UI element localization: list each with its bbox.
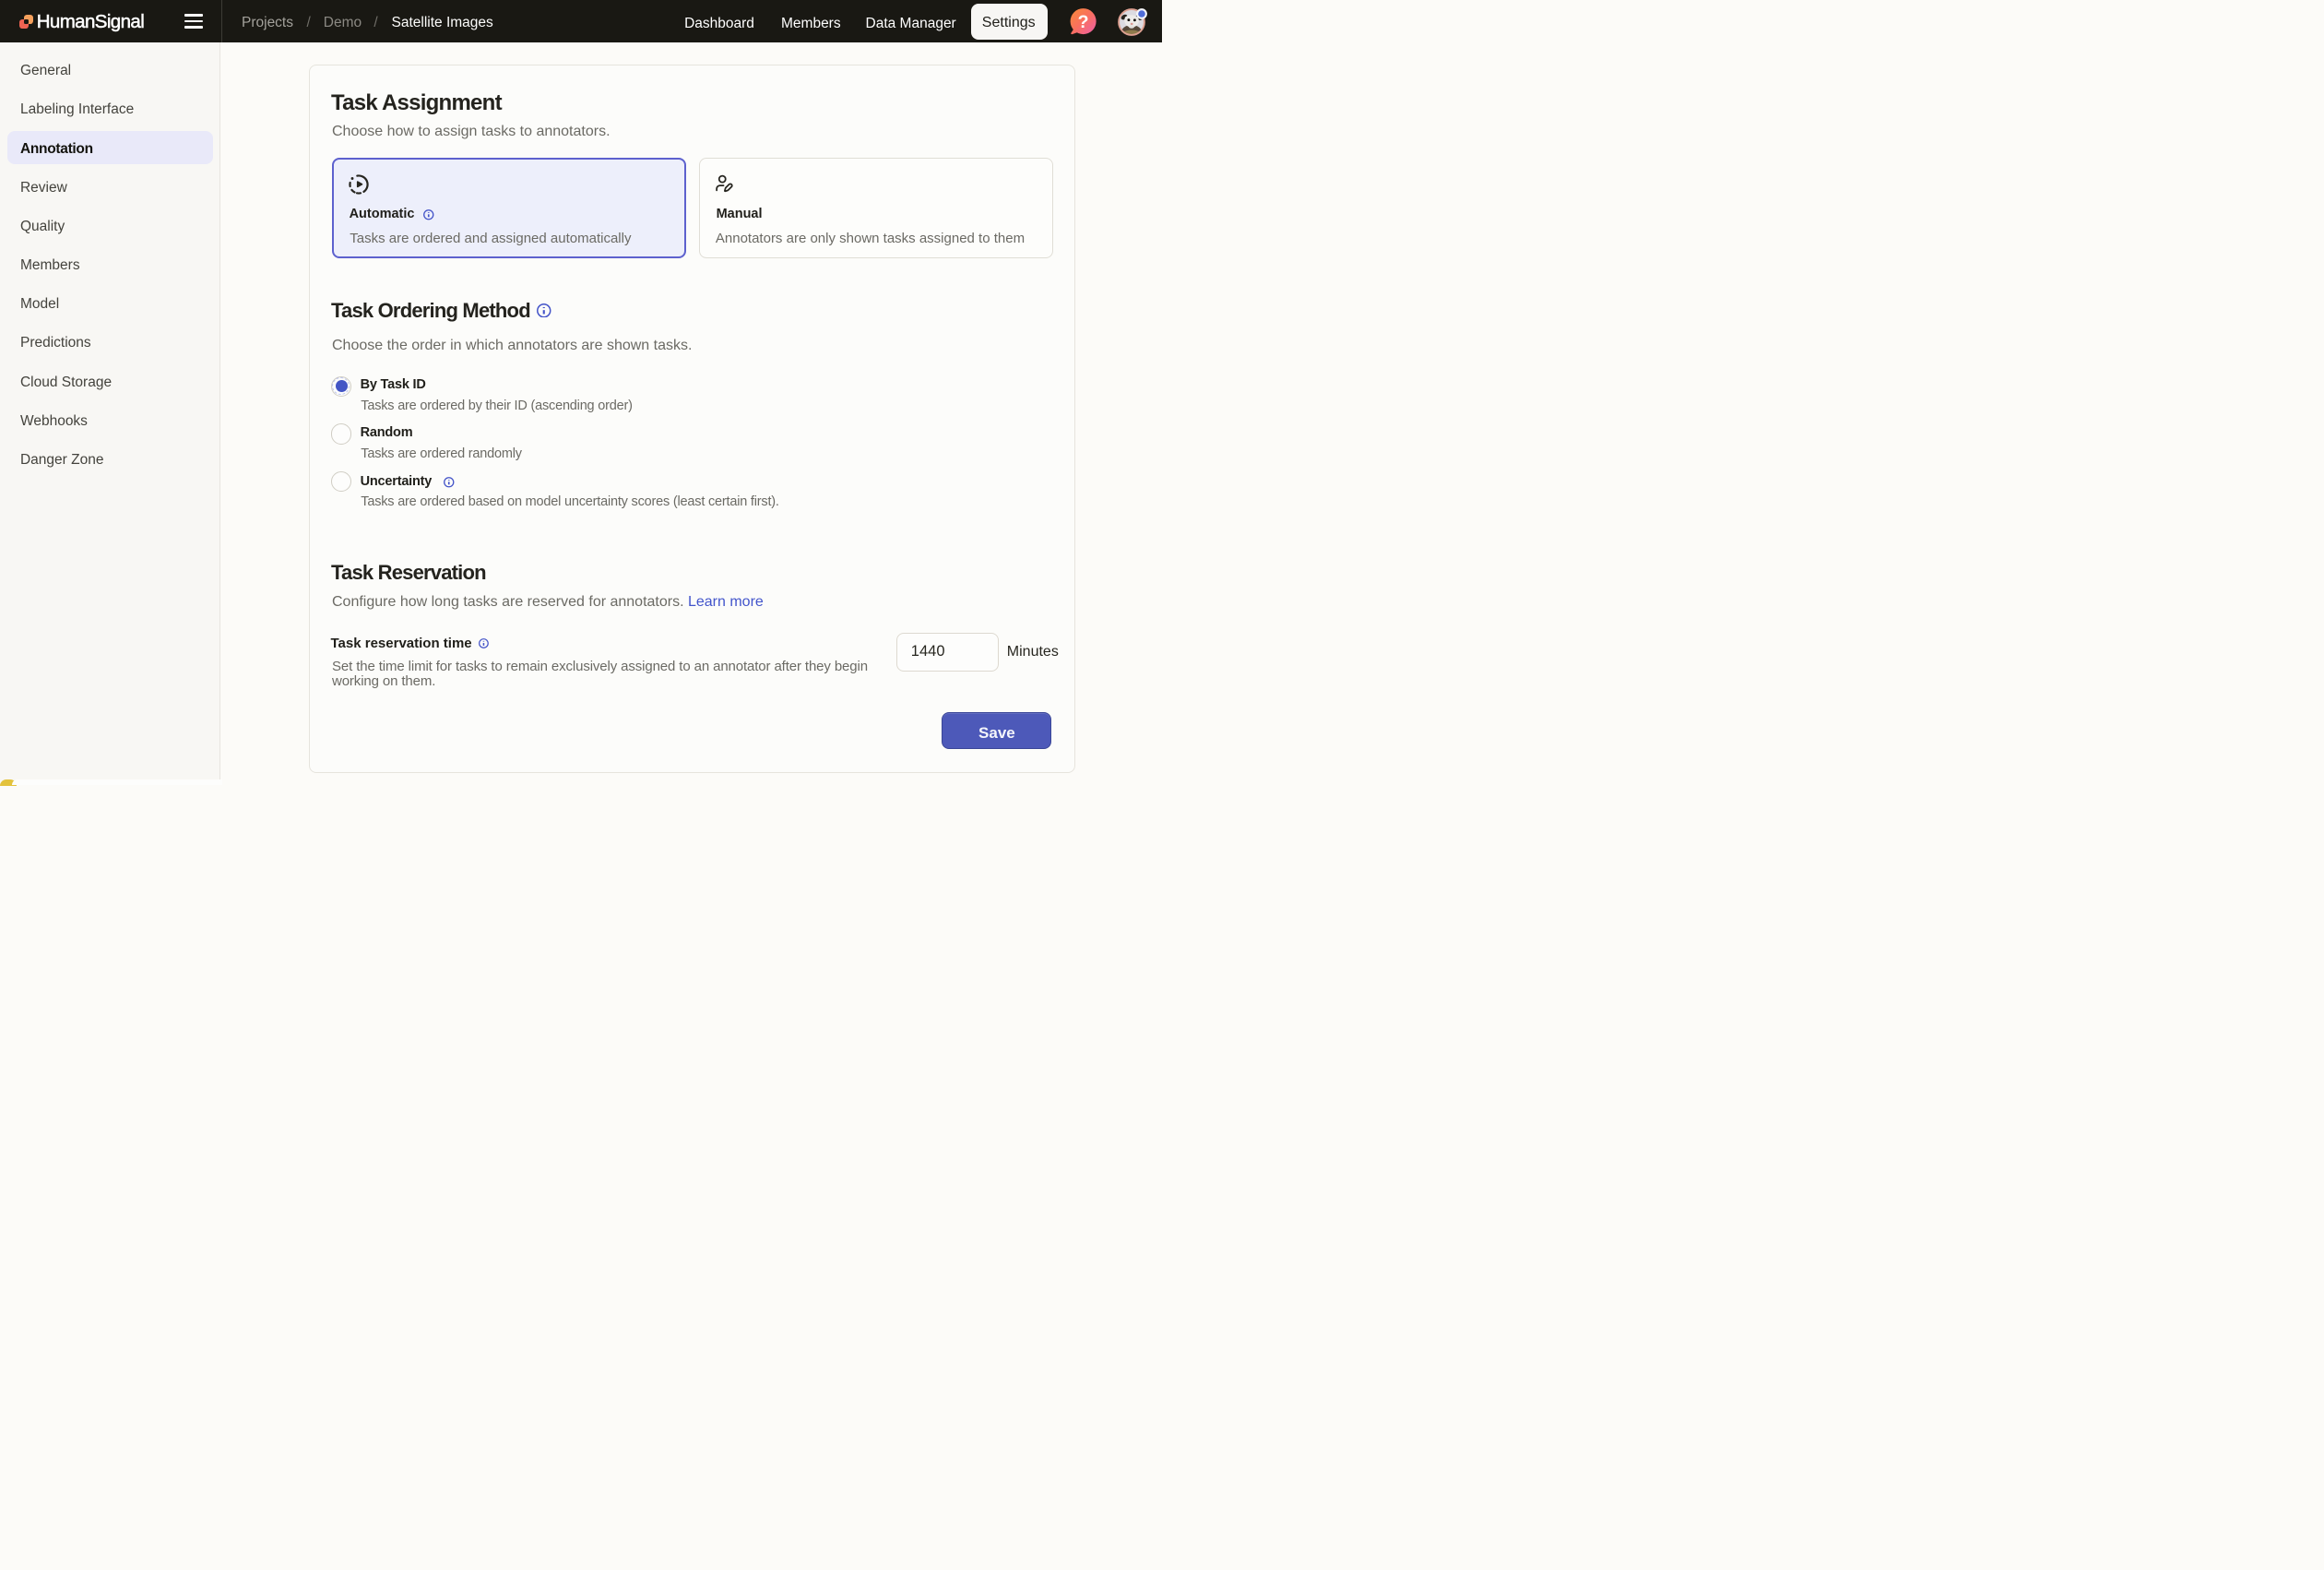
svg-text:?: ? [1077,12,1088,32]
